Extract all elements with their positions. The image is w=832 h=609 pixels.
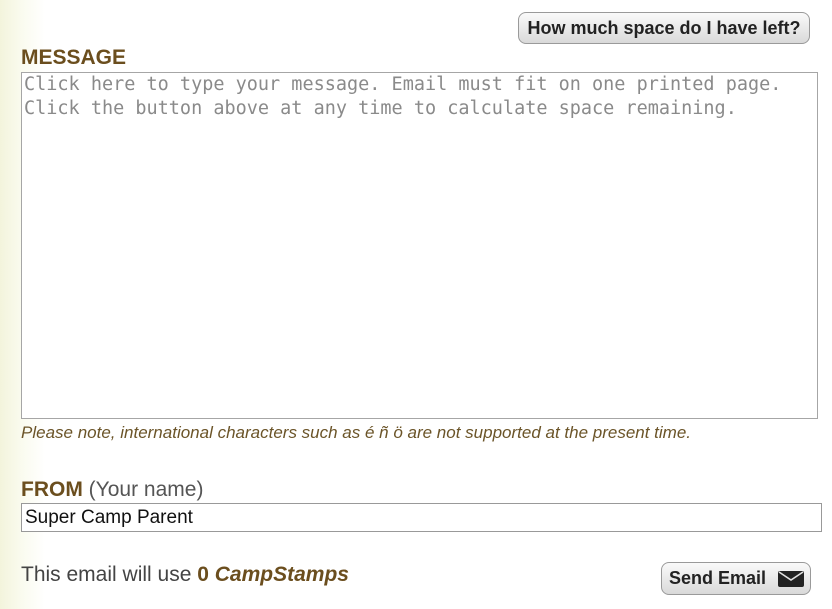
send-email-label: Send Email [669, 568, 767, 588]
campstamp-unit: CampStamps [214, 563, 349, 586]
from-label: FROM (Your name) [21, 478, 203, 502]
campstamp-usage: This email will use 0 CampStamps [21, 563, 349, 587]
message-label: MESSAGE [21, 46, 127, 69]
space-left-button[interactable]: How much space do I have left? [518, 12, 810, 44]
envelope-icon [778, 570, 805, 587]
from-name-input[interactable] [21, 503, 822, 532]
international-characters-note: Please note, international characters su… [21, 423, 692, 442]
campstamp-count: 0 [197, 563, 209, 586]
from-hint: (Your name) [88, 478, 204, 501]
message-textarea[interactable] [21, 72, 818, 419]
from-label-text: FROM [21, 478, 83, 501]
usage-prefix: This email will use [21, 563, 192, 586]
send-email-button[interactable]: Send Email [661, 562, 811, 595]
